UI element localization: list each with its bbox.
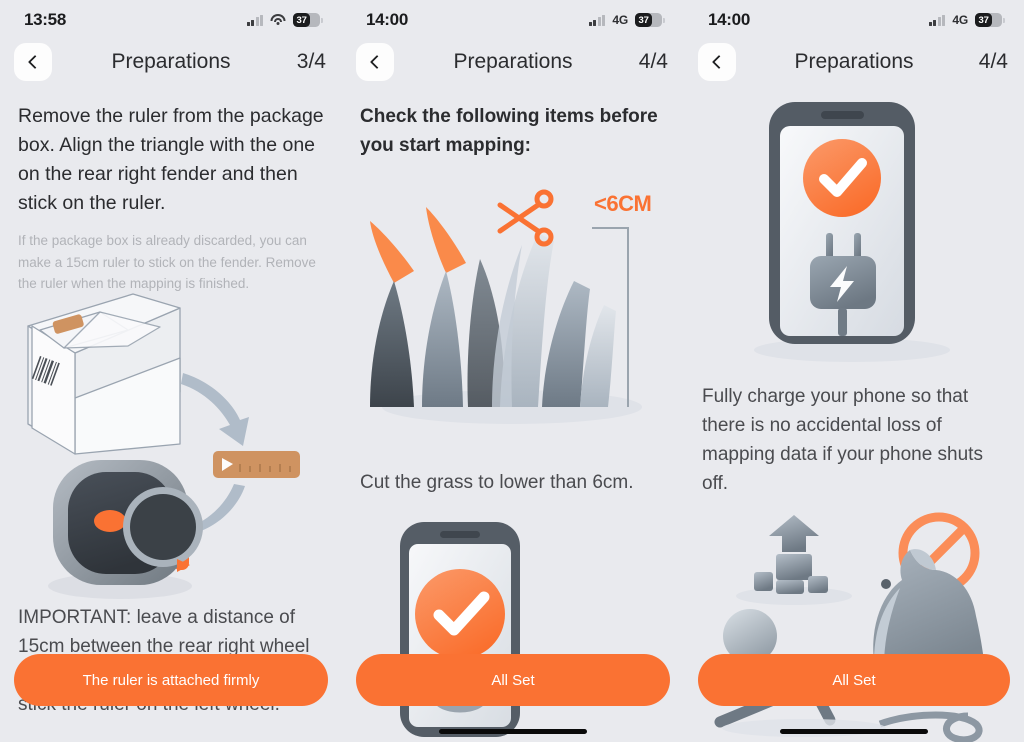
battery-level: 37 [638,14,649,26]
network-type-label: 4G [952,13,968,27]
battery-level: 37 [978,14,989,26]
status-clock: 13:58 [24,10,66,29]
hose-icon [878,711,983,742]
cellular-signal-icon [928,14,946,26]
step-counter: 3/4 [296,50,326,73]
panel-preparations-step-4-charge: 14:00 4G 37 Preparations 4/4 Fully charg… [684,0,1024,742]
instruction-headline: Fully charge your phone so that there is… [702,386,983,494]
all-set-button[interactable]: All Set [356,654,670,706]
navigation-bar: Preparations 4/4 [342,34,684,90]
panel-preparations-step-3: 13:58 37 Preparations 3/4 Remove the rul… [0,0,342,742]
grass-tip-cut [370,221,414,283]
phone-charging-illustration [684,96,1024,386]
status-bar: 14:00 4G 37 [684,0,1024,34]
confirm-ruler-button[interactable]: The ruler is attached firmly [14,654,328,706]
grass-illustration: <6CM [342,185,684,435]
battery-level: 37 [296,14,307,26]
navigation-bar: Preparations 3/4 [0,34,342,90]
mower-indicator-light [94,510,126,532]
back-button[interactable] [356,43,394,81]
grass-caption: Cut the grass to lower than 6cm. [360,472,634,493]
chevron-left-icon [27,54,42,70]
chevron-left-icon [711,54,726,70]
robot-mower-illustration [48,460,203,599]
home-indicator[interactable] [780,729,928,734]
battery-icon: 37 [975,13,1005,27]
success-check-circle [415,569,505,659]
cellular-signal-icon [246,14,263,26]
status-clock: 14:00 [366,10,408,29]
chevron-left-icon [369,54,384,70]
status-bar: 13:58 37 [0,0,342,34]
instruction-headline: Check the following items before you sta… [360,106,658,156]
obstacles-prohibited-illustration [684,506,1024,742]
grass-caption-wrap: Cut the grass to lower than 6cm. [342,468,684,497]
step-counter: 4/4 [978,50,1008,73]
success-check-circle [803,139,881,217]
instruction-subtext: If the package box is already discarded,… [18,233,316,291]
wifi-icon [270,14,286,26]
panel-content: Remove the ruler from the package box. A… [0,102,342,295]
phone-check-illustration [342,518,684,742]
status-clock: 14:00 [708,10,750,29]
battery-icon: 37 [293,13,323,27]
grass-tip-cut [426,207,466,273]
charge-instruction-wrap: Fully charge your phone so that there is… [684,382,1024,498]
back-button[interactable] [14,43,52,81]
panel-preparations-step-4-grass: 14:00 4G 37 Preparations 4/4 Check the f… [342,0,684,742]
status-bar: 14:00 4G 37 [342,0,684,34]
step-counter: 4/4 [638,50,668,73]
ruler-illustration [213,451,300,478]
arrow-down-right-icon [181,373,249,446]
network-type-label: 4G [612,13,628,27]
navigation-bar: Preparations 4/4 [684,34,1024,90]
battery-icon: 37 [635,13,665,27]
toy-blocks-illustration [736,515,852,605]
cellular-signal-icon [588,14,606,26]
instruction-headline: Remove the ruler from the package box. A… [18,105,324,214]
all-set-button[interactable]: All Set [698,654,1010,706]
home-indicator[interactable] [439,729,587,734]
back-button[interactable] [698,43,736,81]
panel-content: Check the following items before you sta… [342,102,684,160]
package-box-and-mower-illustration [0,293,342,606]
height-label: <6CM [594,191,651,216]
